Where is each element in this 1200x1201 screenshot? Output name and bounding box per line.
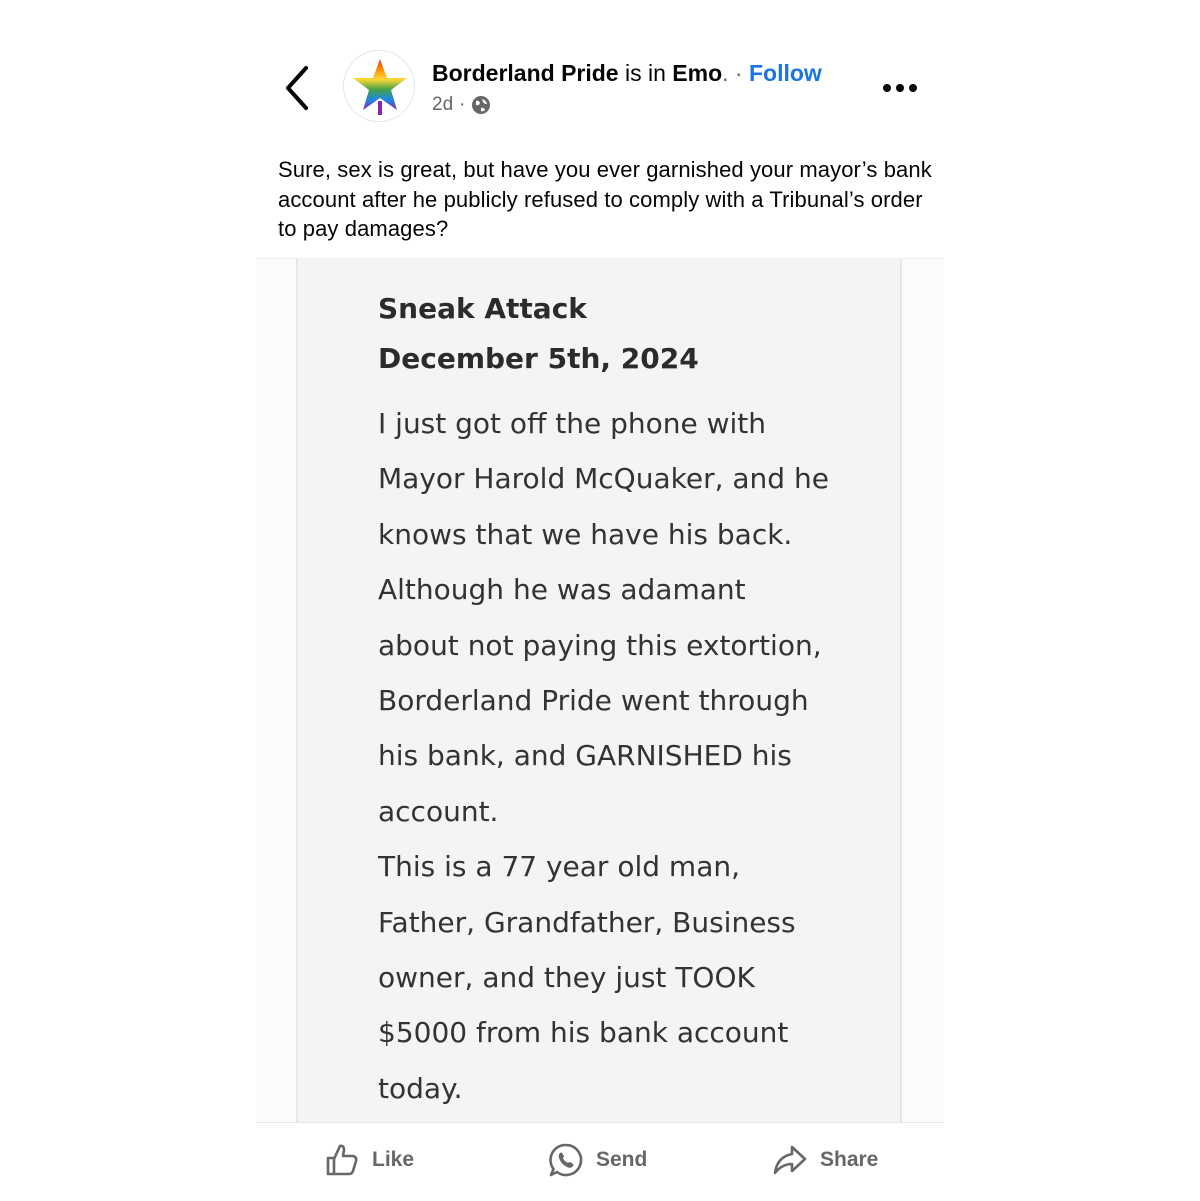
body-line: Although he was adamant [378, 573, 746, 607]
body-line: Mayor Harold McQuaker, and he [378, 462, 829, 496]
body-line: $5000 from his bank account [378, 1016, 789, 1050]
body-line: account. [378, 794, 499, 828]
share-arrow-icon [773, 1145, 807, 1175]
body-line: I just got off the phone with [378, 407, 767, 440]
meta-separator: · [459, 94, 466, 115]
header-separator: . · [722, 60, 743, 86]
is-in-text: is in [625, 60, 666, 86]
body-line: his bank, and GARNISHED his [378, 739, 792, 773]
send-button[interactable]: Send [548, 1138, 647, 1182]
post-header-title: Borderland Pride is in Emo. · Follow [432, 58, 822, 88]
page-avatar[interactable] [343, 50, 415, 122]
post-caption: Sure, sex is great, but have you ever ga… [278, 157, 932, 241]
more-options-button[interactable] [880, 78, 920, 98]
send-label: Send [596, 1148, 648, 1171]
location-link[interactable]: Emo [672, 60, 722, 86]
globe-icon [471, 95, 491, 115]
post-meta: 2d · [432, 92, 491, 118]
thumbs-up-icon [326, 1144, 358, 1176]
body-line: This is a 77 year old man, [378, 850, 741, 884]
share-button[interactable]: Share [772, 1138, 878, 1182]
timestamp[interactable]: 2d [432, 92, 453, 118]
rainbow-maple-star-logo [353, 59, 407, 115]
like-label: Like [372, 1148, 415, 1171]
body-line: Father, Grandfather, Business [378, 905, 796, 939]
body-line: knows that we have his back. [378, 517, 793, 551]
follow-button[interactable]: Follow [749, 60, 822, 86]
image-body-text: I just got off the phone with Mayor Haro… [378, 396, 878, 1116]
chevron-left-icon [286, 66, 308, 110]
body-line: Borderland Pride went through [378, 683, 809, 717]
back-button[interactable] [278, 62, 318, 114]
page-name-link[interactable]: Borderland Pride [432, 60, 619, 86]
body-line: today. [378, 1071, 463, 1105]
image-date: December 5th, 2024 [378, 342, 699, 375]
like-button[interactable]: Like [324, 1138, 414, 1182]
whatsapp-icon [549, 1143, 583, 1177]
more-dots-icon [883, 84, 917, 92]
body-line: owner, and they just TOOK [378, 960, 755, 994]
image-title: Sneak Attack [378, 292, 587, 325]
share-label: Share [820, 1148, 879, 1171]
body-line: about not paying this extortion, [378, 628, 822, 662]
